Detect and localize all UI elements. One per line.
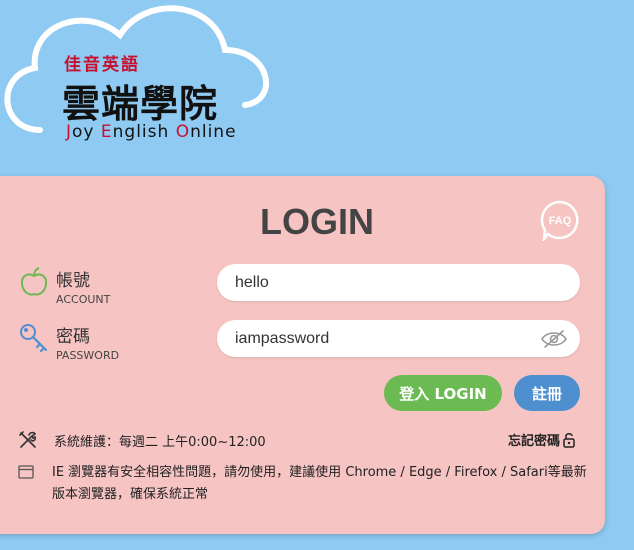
faq-label: FAQ [549,215,572,227]
faq-bubble-icon[interactable]: FAQ [539,199,581,241]
key-icon [20,324,48,353]
maintenance-info: 系統維護：每週二 上午0:00~12:00 [18,430,266,450]
browser-notice: IE 瀏覽器有安全相容性問題，請勿使用，建議使用 Chrome / Edge /… [18,462,592,506]
tools-icon [19,431,37,448]
browser-notice-text: IE 瀏覽器有安全相容性問題，請勿使用，建議使用 Chrome / Edge /… [52,465,587,502]
register-button[interactable]: 註冊 [514,375,580,411]
lock-icon [563,432,575,448]
brand-english: Joy English Online [66,122,237,142]
brand-name: 雲端學院 [62,82,219,126]
password-label: 密碼 [56,327,90,347]
apple-icon [20,267,48,296]
forgot-password-label: 忘記密碼 [508,434,561,449]
brand-logo: 佳音英語 雲端學院 Joy English Online [0,0,300,160]
brand-subtitle: 佳音英語 [64,55,140,75]
browser-window-icon [18,465,34,479]
account-label: 帳號 [56,271,90,291]
maintenance-text: 系統維護：每週二 上午0:00~12:00 [54,434,266,450]
account-input[interactable] [217,264,580,301]
account-sublabel: ACCOUNT [56,293,111,306]
password-sublabel: PASSWORD [56,349,120,362]
login-button[interactable]: 登入 LOGIN [384,375,502,411]
password-input[interactable] [217,320,580,357]
forgot-password-link[interactable]: 忘記密碼 [508,430,576,449]
eye-slash-icon[interactable] [541,329,567,349]
